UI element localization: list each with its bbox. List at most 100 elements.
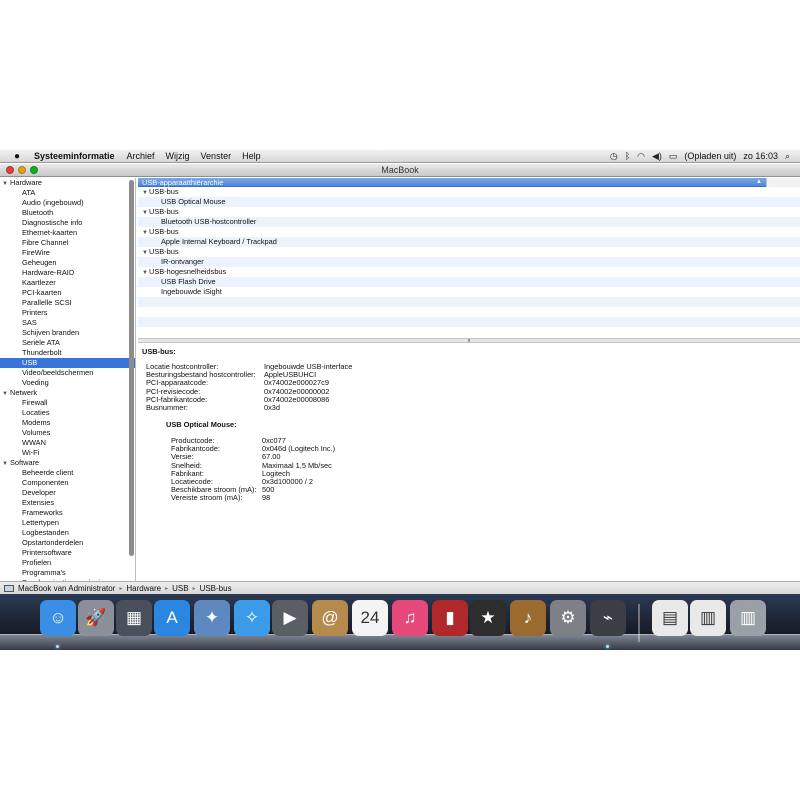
disclosure-triangle-icon[interactable]: ▼: [2, 459, 10, 469]
disclosure-triangle-icon[interactable]: ▼: [142, 248, 149, 258]
sidebar-item[interactable]: Developer: [0, 488, 135, 498]
document-icon[interactable]: ▤: [652, 600, 688, 636]
app-store-icon[interactable]: A: [154, 600, 190, 636]
sidebar-item[interactable]: Audio (ingebouwd): [0, 198, 135, 208]
sidebar-item[interactable]: Thunderbolt: [0, 348, 135, 358]
sidebar-item[interactable]: Extensies: [0, 498, 135, 508]
sidebar-scrollbar[interactable]: [129, 180, 134, 556]
sidebar-item[interactable]: Frameworks: [0, 508, 135, 518]
sidebar-item[interactable]: ATA: [0, 188, 135, 198]
tree-bus-row[interactable]: ▼USB-bus: [138, 187, 800, 197]
sidebar-item[interactable]: Geheugen: [0, 258, 135, 268]
tree-device-row[interactable]: USB Optical Mouse: [138, 197, 800, 207]
battery-icon[interactable]: ▭: [669, 151, 678, 162]
sidebar-category-netwerk[interactable]: ▼ Netwerk: [0, 388, 135, 398]
sidebar-item[interactable]: Schijven branden: [0, 328, 135, 338]
disclosure-triangle-icon[interactable]: ▼: [2, 179, 10, 189]
sidebar-item[interactable]: Firewall: [0, 398, 135, 408]
sidebar-item[interactable]: Seriële ATA: [0, 338, 135, 348]
sidebar-item[interactable]: Logbestanden: [0, 528, 135, 538]
trash-icon[interactable]: ▥: [730, 600, 766, 636]
facetime-icon[interactable]: ▶: [272, 600, 308, 636]
sidebar-item[interactable]: Printersoftware: [0, 548, 135, 558]
calendar-icon[interactable]: 24: [352, 600, 388, 636]
sidebar-item[interactable]: Lettertypen: [0, 518, 135, 528]
sidebar-item[interactable]: Diagnostische info: [0, 218, 135, 228]
tree-device-row[interactable]: IR-ontvanger: [138, 257, 800, 267]
text-document-icon[interactable]: ▥: [690, 600, 726, 636]
sidebar-item[interactable]: Locaties: [0, 408, 135, 418]
sidebar-item[interactable]: USB: [0, 358, 135, 368]
sidebar-item[interactable]: Video/beeldschermen: [0, 368, 135, 378]
volume-icon[interactable]: ◀): [652, 151, 662, 162]
tree-bus-row[interactable]: ▼USB-bus: [138, 227, 800, 237]
menu-clock[interactable]: zo 16:03: [743, 151, 778, 161]
time-machine-icon[interactable]: ◷: [610, 151, 618, 162]
disclosure-triangle-icon[interactable]: ▼: [142, 228, 149, 238]
tree-device-row[interactable]: Ingebouwde iSight: [138, 287, 800, 297]
spotlight-search-icon[interactable]: ⌕: [785, 151, 790, 162]
sidebar-item[interactable]: Programma's: [0, 568, 135, 578]
sidebar-item[interactable]: WWAN: [0, 438, 135, 448]
system-preferences-icon[interactable]: ⚙: [550, 600, 586, 636]
tree-device-row[interactable]: USB Flash Drive: [138, 277, 800, 287]
sidebar-item[interactable]: Printers: [0, 308, 135, 318]
sidebar-item[interactable]: Hardware-RAID: [0, 268, 135, 278]
tree-device-row[interactable]: Bluetooth USB-hostcontroller: [138, 217, 800, 227]
sidebar-item[interactable]: Componenten: [0, 478, 135, 488]
sidebar-item[interactable]: SAS: [0, 318, 135, 328]
sidebar-item[interactable]: Voeding: [0, 378, 135, 388]
sidebar-item[interactable]: Bluetooth: [0, 208, 135, 218]
tree-bus-row[interactable]: ▼USB-bus: [138, 247, 800, 257]
itunes-icon[interactable]: ♫: [392, 600, 428, 636]
tree-bus-row[interactable]: ▼USB-bus: [138, 207, 800, 217]
path-item-computer[interactable]: MacBook van Administrator: [18, 584, 115, 593]
imovie-icon[interactable]: ★: [470, 600, 506, 636]
garageband-icon[interactable]: ♪: [510, 600, 546, 636]
finder-icon[interactable]: ☺: [40, 600, 76, 636]
bluetooth-icon[interactable]: ᛒ: [625, 151, 630, 161]
sidebar-item[interactable]: Parallelle SCSI: [0, 298, 135, 308]
path-item-usb[interactable]: USB: [172, 584, 188, 593]
tree-bus-row[interactable]: ▼USB-hogesnelheidsbus: [138, 267, 800, 277]
sidebar-item[interactable]: Fibre Channel: [0, 238, 135, 248]
address-book-icon[interactable]: @: [312, 600, 348, 636]
tree-column-header[interactable]: USB-apparaatthiërarchie ▲: [138, 178, 766, 187]
sidebar-item[interactable]: Modems: [0, 418, 135, 428]
sidebar-item[interactable]: Profielen: [0, 558, 135, 568]
safari-icon[interactable]: ✧: [234, 600, 270, 636]
preview-icon[interactable]: ✦: [194, 600, 230, 636]
apple-menu-icon[interactable]: ●: [10, 151, 24, 162]
usb-tree-panel: USB-apparaatthiërarchie ▲ ▼USB-bus USB Op…: [138, 178, 800, 338]
tree-device-row[interactable]: Apple Internal Keyboard / Trackpad: [138, 237, 800, 247]
sidebar-item[interactable]: Volumes: [0, 428, 135, 438]
menu-help[interactable]: Help: [242, 151, 261, 161]
menu-venster[interactable]: Venster: [201, 151, 232, 161]
wifi-icon[interactable]: ◠: [637, 151, 645, 162]
menu-wijzig[interactable]: Wijzig: [166, 151, 190, 161]
sidebar-item[interactable]: PCI-kaarten: [0, 288, 135, 298]
sidebar-item[interactable]: Kaartlezer: [0, 278, 135, 288]
split-view-divider[interactable]: [138, 338, 800, 343]
app-menu[interactable]: Systeeminformatie: [34, 151, 115, 161]
sidebar-category-hardware[interactable]: ▼ Hardware: [0, 178, 135, 188]
path-item-usb-bus[interactable]: USB-bus: [200, 584, 232, 593]
sidebar-item[interactable]: Wi-Fi: [0, 448, 135, 458]
disclosure-triangle-icon[interactable]: ▼: [142, 188, 149, 198]
mission-control-icon[interactable]: ▦: [116, 600, 152, 636]
sidebar-item[interactable]: Beheerde client: [0, 468, 135, 478]
sidebar-category-software[interactable]: ▼ Software: [0, 458, 135, 468]
menu-archief[interactable]: Archief: [127, 151, 155, 161]
disclosure-triangle-icon[interactable]: ▼: [142, 268, 149, 278]
launchpad-icon[interactable]: 🚀: [78, 600, 114, 636]
sidebar-item[interactable]: Ethernet-kaarten: [0, 228, 135, 238]
computer-icon: [4, 584, 14, 592]
disclosure-triangle-icon[interactable]: ▼: [2, 389, 10, 399]
path-item-hardware[interactable]: Hardware: [126, 584, 161, 593]
photo-booth-icon[interactable]: ▮: [432, 600, 468, 636]
sidebar-item[interactable]: FireWire: [0, 248, 135, 258]
battery-status[interactable]: (Opladen uit): [684, 151, 736, 161]
system-information-icon[interactable]: ⌁: [590, 600, 626, 636]
disclosure-triangle-icon[interactable]: ▼: [142, 208, 149, 218]
sidebar-item[interactable]: Opstartonderdelen: [0, 538, 135, 548]
